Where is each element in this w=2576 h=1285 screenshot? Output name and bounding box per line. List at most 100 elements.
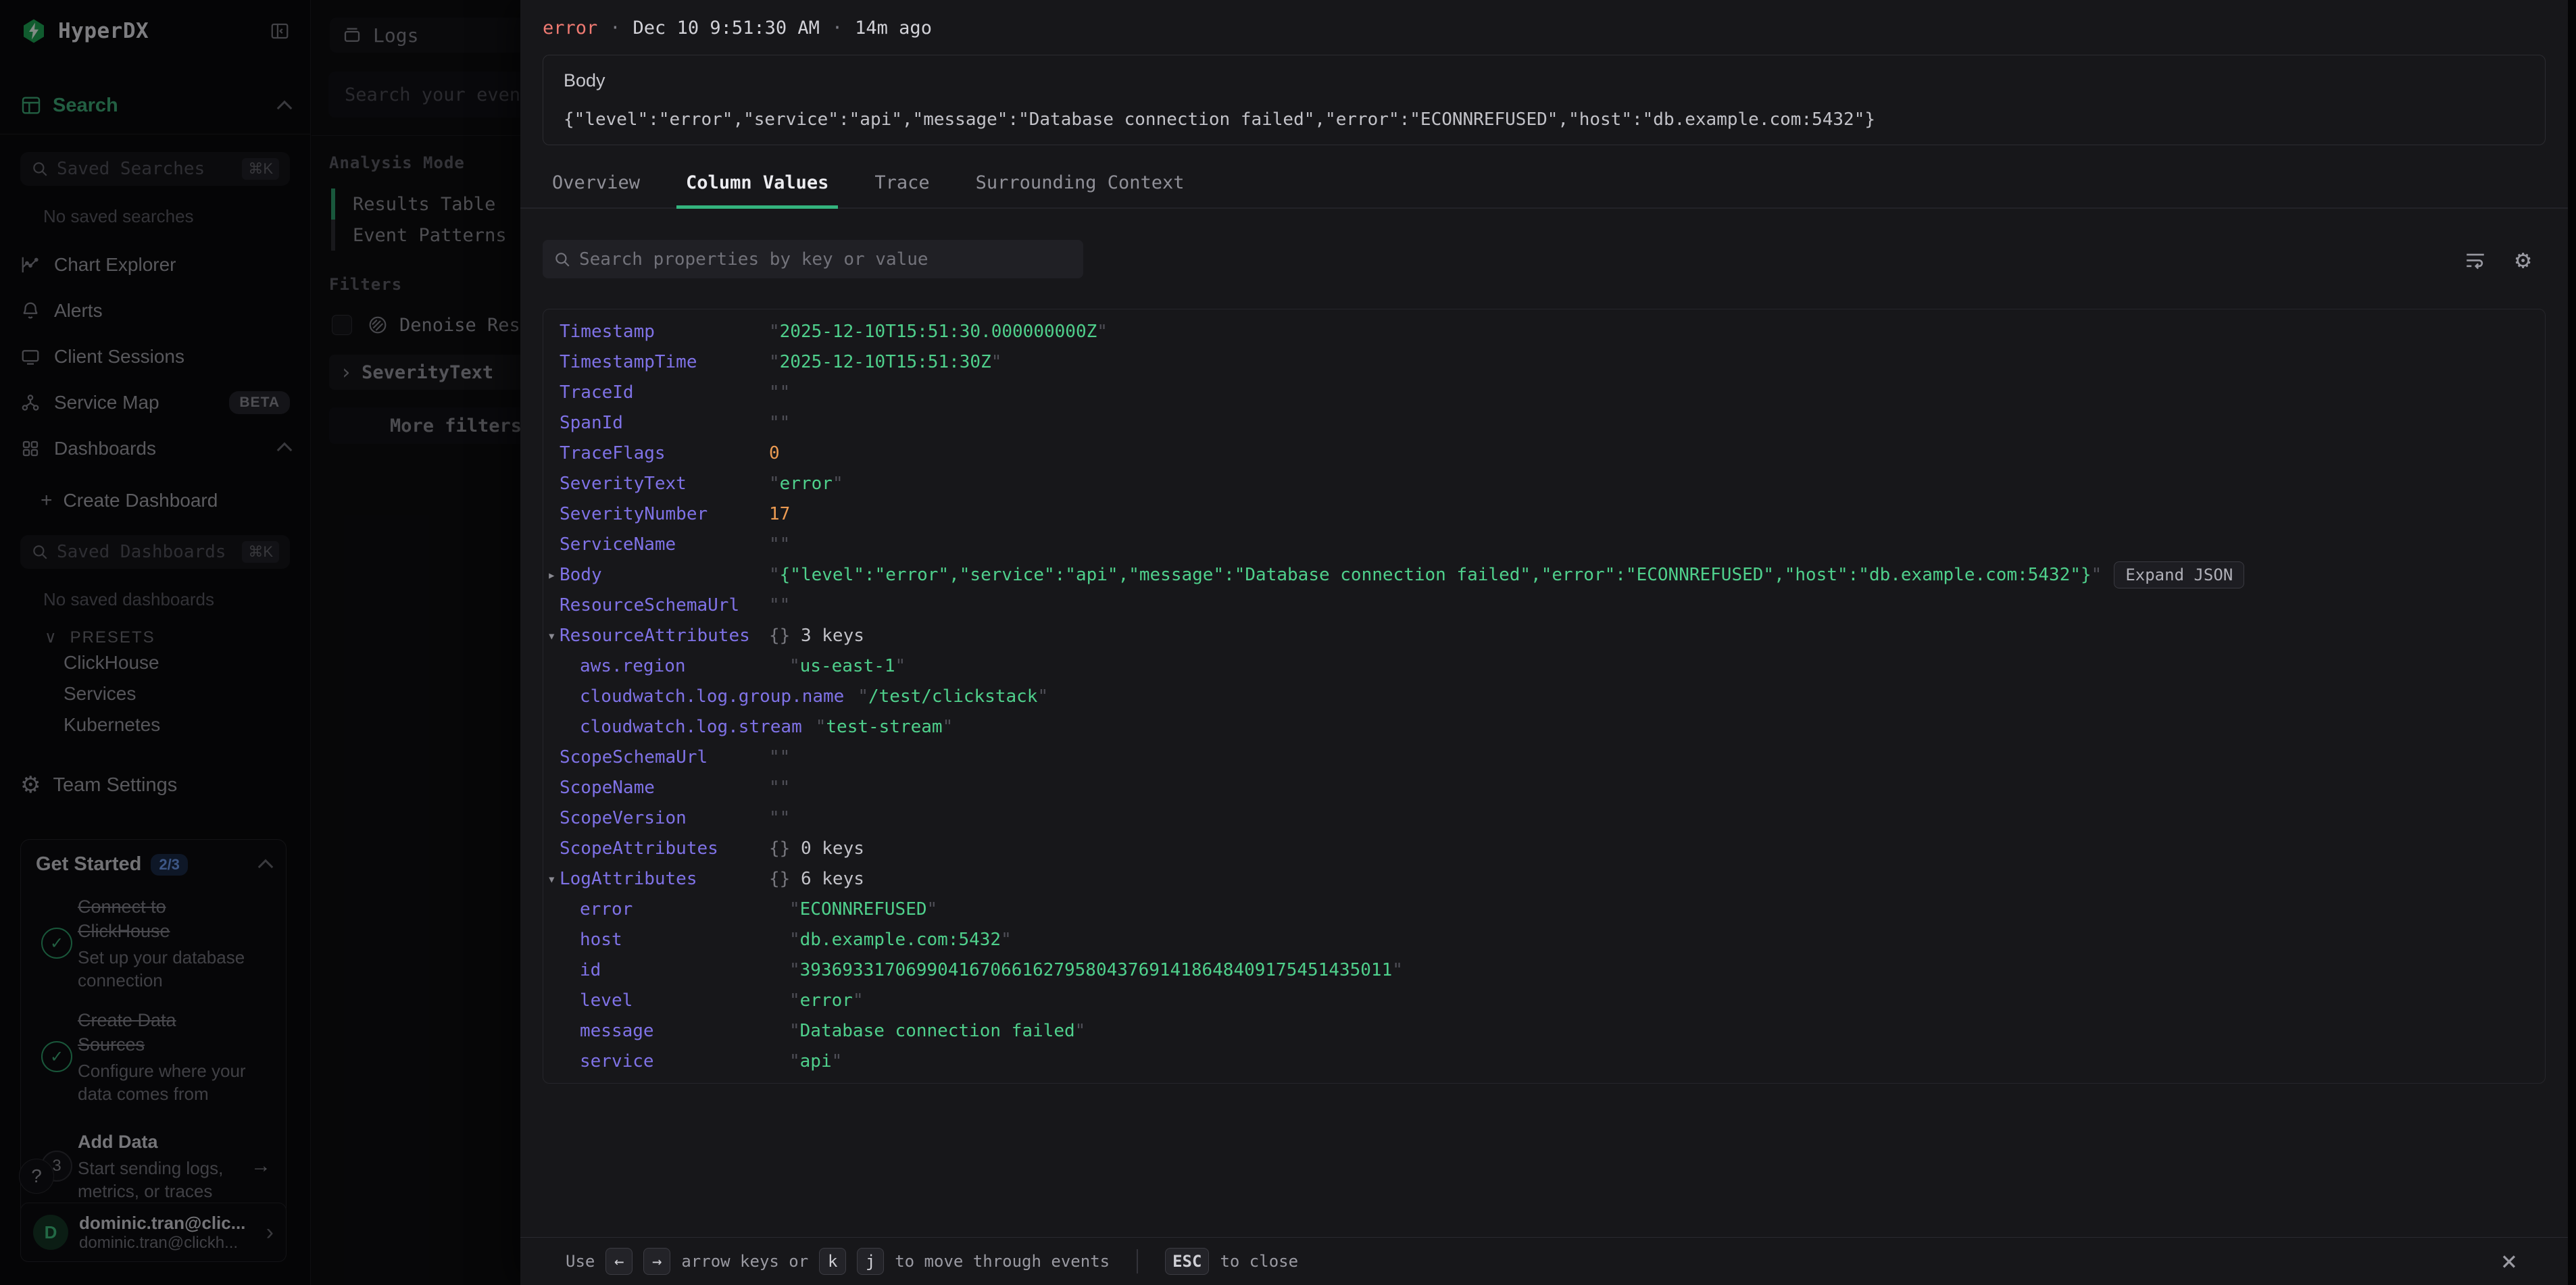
properties-toolbar: ⚙ [543, 240, 2546, 278]
property-value: "db.example.com:5432" [789, 930, 1012, 950]
property-row-ResourceSchemaUrl[interactable]: ResourceSchemaUrl"" [543, 590, 2545, 620]
property-key: SpanId [560, 413, 769, 433]
string-value: Database connection failed [800, 1021, 1075, 1041]
quote: " [943, 717, 953, 737]
property-key: ScopeAttributes [560, 838, 769, 859]
property-value: "error" [789, 990, 864, 1011]
footer-text: to move through events [895, 1252, 1110, 1271]
property-row-error[interactable]: error"ECONNREFUSED" [543, 894, 2545, 924]
property-row-ScopeVersion[interactable]: ScopeVersion"" [543, 803, 2545, 833]
property-row-message[interactable]: message"Database connection failed" [543, 1015, 2545, 1046]
property-row-ScopeAttributes[interactable]: ScopeAttributes{} 0 keys [543, 833, 2545, 863]
separator-dot: · [832, 18, 843, 39]
quote: " [833, 474, 843, 494]
collapse-icon[interactable]: ▾ [547, 863, 556, 894]
body-label: Body [564, 70, 2525, 91]
property-row-SpanId[interactable]: SpanId"" [543, 407, 2545, 438]
arrow-right-keycap: → [643, 1248, 670, 1275]
wrap-text-icon[interactable] [2464, 248, 2487, 271]
property-value: "" [769, 747, 790, 767]
property-row-cloudwatch.log.stream[interactable]: cloudwatch.log.stream"test-stream" [543, 711, 2545, 742]
expand-json-button[interactable]: Expand JSON [2114, 561, 2244, 588]
settings-gear-icon[interactable]: ⚙ [2515, 247, 2531, 272]
string-value: ECONNREFUSED [800, 899, 927, 919]
quote: " [1392, 960, 1403, 980]
divider [1137, 1249, 1138, 1274]
string-value: {"level":"error","service":"api","messag… [780, 565, 2091, 585]
property-row-level[interactable]: level"error" [543, 985, 2545, 1015]
quote: " [789, 656, 800, 676]
braces-icon: {} [769, 838, 790, 859]
property-row-aws.region[interactable]: aws.region"us-east-1" [543, 651, 2545, 681]
string-value: error [780, 474, 833, 494]
properties-search-input[interactable] [579, 249, 1072, 270]
collapse-icon[interactable]: ▾ [547, 620, 556, 651]
property-row-TimestampTime[interactable]: TimestampTime"2025-12-10T15:51:30Z" [543, 347, 2545, 377]
tab-overview[interactable]: Overview [543, 172, 649, 209]
property-value: 0 [769, 443, 780, 463]
property-row-ServiceName[interactable]: ServiceName"" [543, 529, 2545, 559]
property-value: "" [769, 413, 790, 433]
property-row-service[interactable]: service"api" [543, 1046, 2545, 1076]
empty-value: "" [769, 413, 790, 433]
property-key: ResourceAttributes [560, 626, 769, 646]
properties-table: Timestamp"2025-12-10T15:51:30.000000000Z… [543, 309, 2546, 1084]
property-row-SeverityNumber[interactable]: SeverityNumber17 [543, 499, 2545, 529]
quote: " [789, 990, 800, 1011]
keys-count: 6 keys [790, 869, 864, 889]
property-key: ScopeVersion [560, 808, 769, 828]
property-row-SeverityText[interactable]: SeverityText"error" [543, 468, 2545, 499]
property-value: "us-east-1" [789, 656, 906, 676]
properties-search[interactable] [543, 240, 1083, 278]
footer-text: arrow keys or [681, 1252, 808, 1271]
property-row-ScopeName[interactable]: ScopeName"" [543, 772, 2545, 803]
tab-surrounding-context[interactable]: Surrounding Context [966, 172, 1194, 209]
property-key: aws.region [580, 656, 789, 676]
property-row-ResourceAttributes[interactable]: ▾ResourceAttributes{} 3 keys [543, 620, 2545, 651]
property-value: {} 3 keys [769, 626, 864, 646]
quote: " [789, 960, 800, 980]
property-key: message [580, 1021, 789, 1041]
property-row-Timestamp[interactable]: Timestamp"2025-12-10T15:51:30.000000000Z… [543, 316, 2545, 347]
property-value: {} 6 keys [769, 869, 864, 889]
property-value: "test-stream" [816, 717, 953, 737]
property-key: SeverityText [560, 474, 769, 494]
property-row-host[interactable]: host"db.example.com:5432" [543, 924, 2545, 955]
quote: " [816, 717, 826, 737]
property-value: "error" [769, 474, 843, 494]
esc-keycap: ESC [1165, 1248, 1209, 1275]
k-keycap: k [819, 1248, 846, 1275]
severity-badge: error [543, 18, 597, 39]
property-key: service [580, 1051, 789, 1072]
quote: " [1037, 686, 1048, 707]
tab-column-values[interactable]: Column Values [676, 172, 838, 209]
property-key: ScopeSchemaUrl [560, 747, 769, 767]
property-row-TraceId[interactable]: TraceId"" [543, 377, 2545, 407]
detail-tabs: Overview Column Values Trace Surrounding… [520, 145, 2568, 209]
empty-value: "" [769, 534, 790, 555]
property-value: "" [769, 534, 790, 555]
string-value: us-east-1 [800, 656, 895, 676]
quote: " [769, 474, 780, 494]
close-icon[interactable]: × [2501, 1248, 2517, 1275]
property-value: "" [769, 382, 790, 403]
property-row-ScopeSchemaUrl[interactable]: ScopeSchemaUrl"" [543, 742, 2545, 772]
property-row-cloudwatch.log.group.name[interactable]: cloudwatch.log.group.name"/test/clicksta… [543, 681, 2545, 711]
event-details-drawer: error · Dec 10 9:51:30 AM · 14m ago Body… [520, 0, 2568, 1285]
property-row-id[interactable]: id"3936933170699041670661627958043769141… [543, 955, 2545, 985]
expand-icon[interactable]: ▸ [547, 559, 556, 590]
tab-trace[interactable]: Trace [865, 172, 939, 209]
property-key: ResourceSchemaUrl [560, 595, 769, 615]
empty-value: "" [769, 808, 790, 828]
property-value: 17 [769, 504, 790, 524]
property-key: LogAttributes [560, 869, 769, 889]
property-row-TraceFlags[interactable]: TraceFlags0 [543, 438, 2545, 468]
property-value: "2025-12-10T15:51:30Z" [769, 352, 1001, 372]
quote: " [1001, 930, 1012, 950]
quote: " [2091, 565, 2102, 585]
property-row-LogAttributes[interactable]: ▾LogAttributes{} 6 keys [543, 863, 2545, 894]
quote: " [927, 899, 938, 919]
property-row-Body[interactable]: ▸Body"{"level":"error","service":"api","… [543, 559, 2545, 590]
string-value: test-stream [826, 717, 942, 737]
string-value: 3936933170699041670661627958043769141864… [800, 960, 1393, 980]
